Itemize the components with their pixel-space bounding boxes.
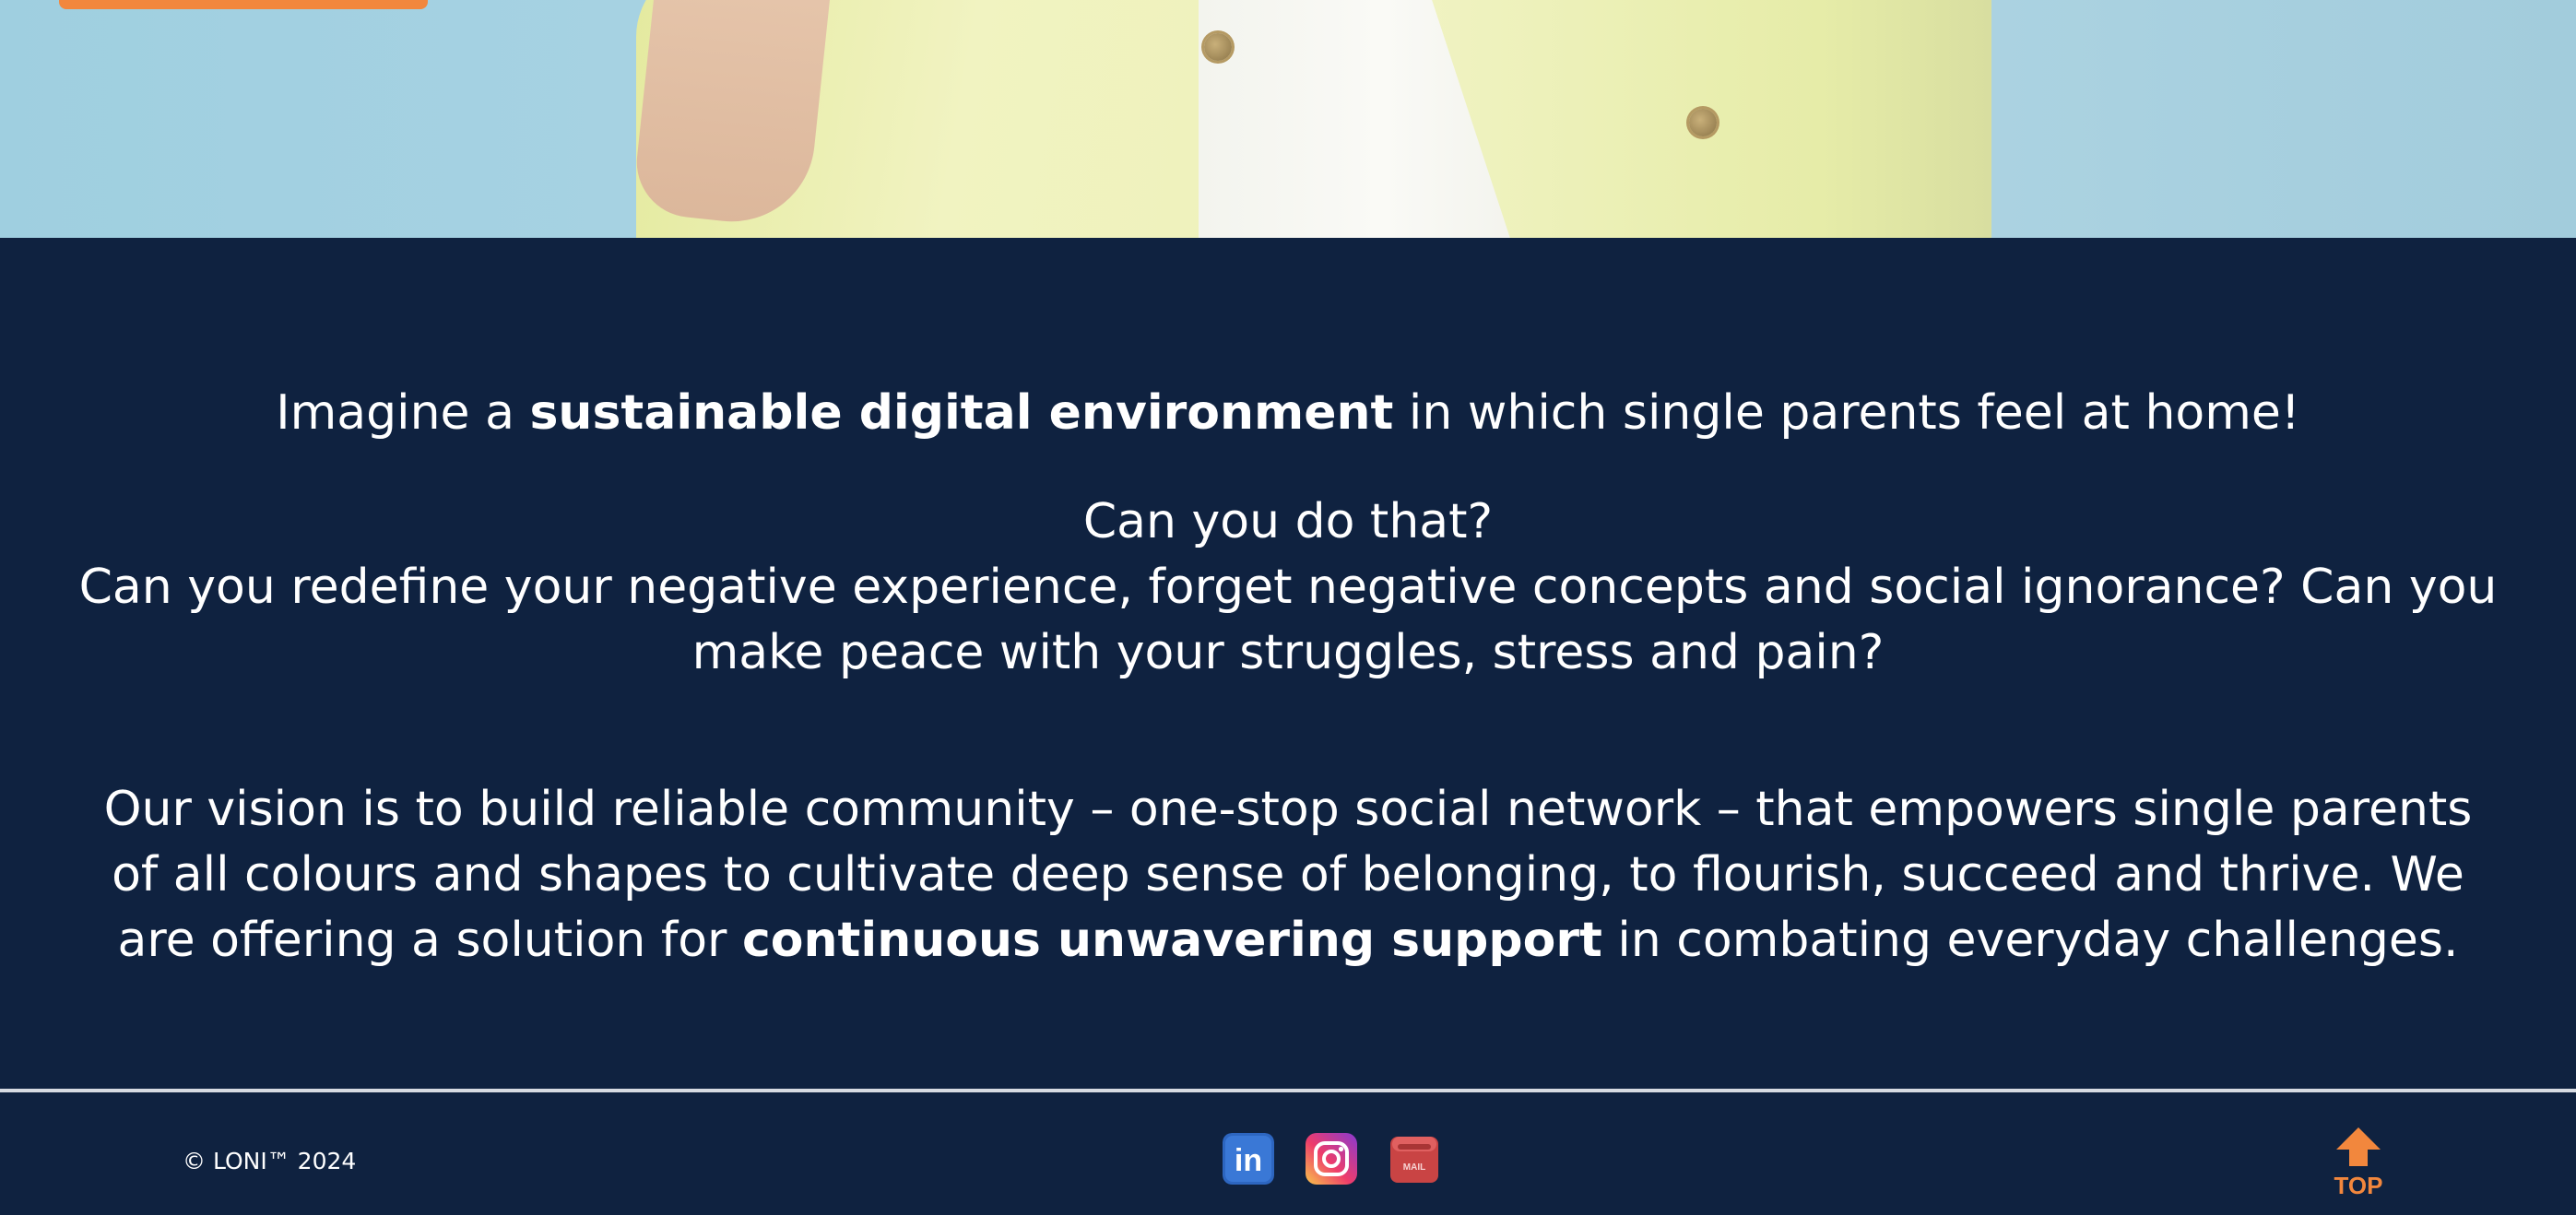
svg-text:TOP: TOP [2334, 1172, 2383, 1199]
svg-text:MAIL: MAIL [1403, 1162, 1425, 1173]
back-to-top-button[interactable]: TOP [2331, 1126, 2386, 1199]
question-line: Can you do that? [1082, 494, 1494, 549]
shirt-button [1204, 33, 1232, 61]
instagram-link[interactable] [1306, 1133, 1357, 1185]
linkedin-link[interactable]: in [1223, 1133, 1274, 1185]
vision-text-end: in combating everyday challenges. [1601, 913, 2459, 968]
arrow-up-icon: TOP [2334, 1127, 2383, 1199]
intro-text-end: in which single parents feel at home! [1393, 385, 2300, 441]
intro-text-start: Imagine a [276, 385, 530, 441]
copyright-text: © LONI™ 2024 [183, 1148, 357, 1174]
footer: © LONI™ 2024 in MAIL TOP [0, 1092, 2576, 1215]
linkedin-icon: in [1223, 1133, 1274, 1185]
hero-image [0, 0, 2576, 238]
vision-paragraph: Our vision is to build reliable communit… [74, 777, 2502, 973]
vision-text-bold: continuous unwavering support [741, 913, 1602, 968]
shirt-button [1689, 109, 1717, 136]
hero-cta-button[interactable] [59, 0, 428, 9]
mail-icon: MAIL [1390, 1137, 1438, 1183]
instagram-icon [1306, 1133, 1357, 1185]
question-paragraph: Can you redefine your negative experienc… [78, 560, 2498, 680]
intro-text-bold: sustainable digital environment [529, 385, 1394, 441]
vision-section: Imagine a sustainable digital environmen… [0, 238, 2576, 1091]
svg-text:in: in [1235, 1143, 1262, 1178]
intro-line: Imagine a sustainable digital environmen… [74, 381, 2502, 446]
questions-block: Can you do that? Can you redefine your n… [74, 490, 2502, 686]
mail-link[interactable]: MAIL [1388, 1133, 1440, 1185]
social-links: in MAIL [1223, 1131, 1440, 1186]
